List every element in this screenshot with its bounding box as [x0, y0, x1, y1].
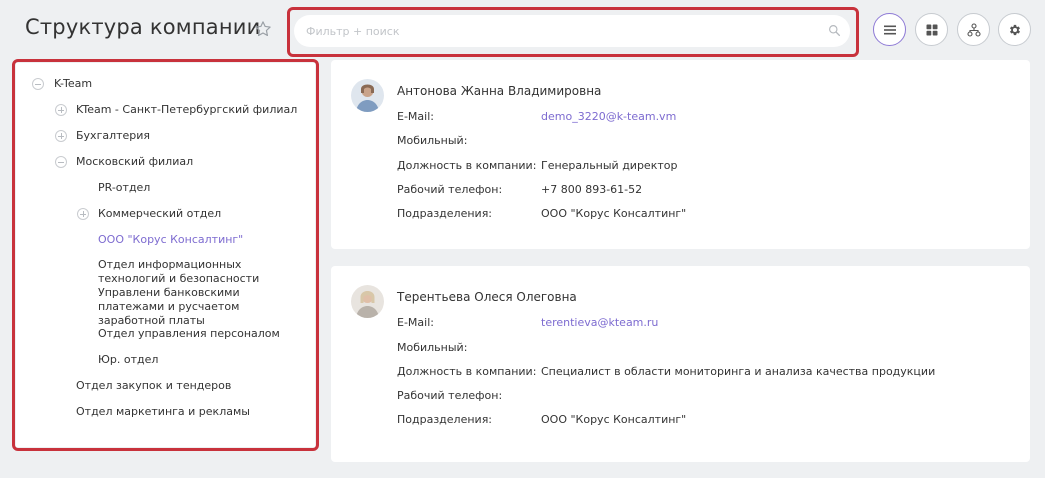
- expand-icon[interactable]: [55, 104, 67, 116]
- star-icon[interactable]: [254, 20, 272, 38]
- employee-name[interactable]: Антонова Жанна Владимировна: [397, 84, 601, 98]
- tree-node-root[interactable]: K-Team: [54, 76, 92, 91]
- work-phone-label: Рабочий телефон:: [397, 389, 503, 402]
- page-title: Структура компании: [25, 15, 261, 39]
- department-label: Подразделения:: [397, 413, 493, 426]
- email-link[interactable]: demo_3220@k-team.vm: [541, 110, 676, 123]
- department-value: ООО "Корус Консалтинг": [541, 207, 687, 220]
- search-icon[interactable]: [828, 24, 841, 37]
- tree-node-hr[interactable]: Отдел управления персоналом: [98, 326, 280, 341]
- tree-node-procurement[interactable]: Отдел закупок и тендеров: [76, 378, 231, 393]
- tree-node-pr[interactable]: PR-отдел: [98, 180, 150, 195]
- grid-icon: [926, 24, 937, 35]
- tree-node-spb-branch[interactable]: KTeam - Санкт-Петербургский филиал: [76, 102, 297, 117]
- position-label: Должность в компании:: [397, 365, 537, 378]
- position-value: Генеральный директор: [541, 159, 678, 172]
- tree-node-legal[interactable]: Юр. отдел: [98, 352, 158, 367]
- position-label: Должность в компании:: [397, 159, 537, 172]
- department-value: ООО "Корус Консалтинг": [541, 413, 687, 426]
- org-chart-view-button[interactable]: [957, 13, 990, 46]
- collapse-icon[interactable]: [55, 156, 67, 168]
- grid-view-button[interactable]: [915, 13, 948, 46]
- avatar: [351, 285, 384, 318]
- email-link[interactable]: terentieva@kteam.ru: [541, 316, 658, 329]
- mobile-label: Мобильный:: [397, 134, 468, 147]
- tree-node-commercial[interactable]: Коммерческий отдел: [98, 206, 221, 221]
- email-label: E-Mail:: [397, 110, 434, 123]
- work-phone-label: Рабочий телефон:: [397, 183, 503, 196]
- expand-icon[interactable]: [77, 208, 89, 220]
- list-icon: [883, 25, 896, 34]
- search-input[interactable]: [294, 15, 850, 47]
- employee-name[interactable]: Терентьева Олеся Олеговна: [397, 290, 577, 304]
- mobile-label: Мобильный:: [397, 341, 468, 354]
- expand-icon[interactable]: [55, 130, 67, 142]
- tree-node-marketing[interactable]: Отдел маркетинга и рекламы: [76, 404, 250, 419]
- tree-node-moscow-branch[interactable]: Московский филиал: [76, 154, 193, 169]
- position-value: Специалист в области мониторинга и анали…: [541, 365, 936, 378]
- email-label: E-Mail:: [397, 316, 434, 329]
- work-phone-value: +7 800 893-61-52: [541, 183, 643, 196]
- tree-node-korus-selected[interactable]: ООО "Корус Консалтинг": [98, 232, 243, 247]
- department-label: Подразделения:: [397, 207, 493, 220]
- tree-node-accounting[interactable]: Бухгалтерия: [76, 128, 150, 143]
- collapse-icon[interactable]: [32, 78, 44, 90]
- avatar: [351, 79, 384, 112]
- gear-icon: [1009, 24, 1020, 35]
- tree-node-it-security[interactable]: Отдел информационных технологий и безопа…: [98, 258, 303, 328]
- org-chart-icon: [966, 22, 981, 37]
- settings-button[interactable]: [998, 13, 1031, 46]
- list-view-button[interactable]: [873, 13, 906, 46]
